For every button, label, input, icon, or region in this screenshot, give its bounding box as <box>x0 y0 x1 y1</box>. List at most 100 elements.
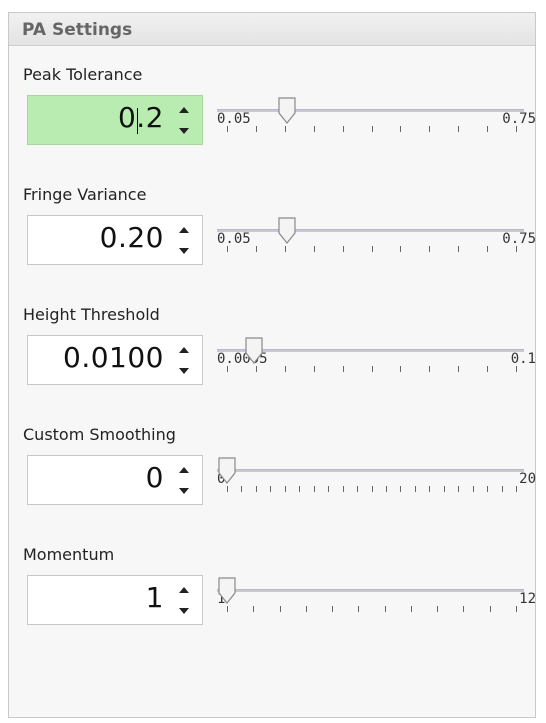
slider-tick <box>458 486 460 492</box>
slider-tick <box>437 606 439 612</box>
slider-thumb[interactable] <box>244 337 264 365</box>
fringe-variance-value[interactable]: 0.20 <box>100 221 164 254</box>
fringe-variance-decrement-button[interactable] <box>174 241 194 261</box>
slider-tick <box>227 126 228 132</box>
custom-smoothing-increment-button[interactable] <box>174 460 194 480</box>
slider-max-label: 0.75 <box>502 111 536 127</box>
height-threshold-value[interactable]: 0.0100 <box>63 341 164 374</box>
slider-tick <box>429 126 431 132</box>
slider-tick <box>400 486 402 492</box>
peak-tolerance-decrement-button[interactable] <box>174 121 194 141</box>
slider-tick <box>227 606 228 612</box>
slider-tick <box>371 246 373 252</box>
pa-settings-panel: PA Settings Peak Tolerance 0.2 0.05 0.75… <box>8 12 536 718</box>
slider-tick <box>489 606 491 612</box>
slider-tick <box>313 366 315 372</box>
slider-tick <box>358 606 360 612</box>
momentum-decrement-button[interactable] <box>174 601 194 621</box>
momentum-label: Momentum <box>23 545 115 564</box>
spin-up-icon <box>179 467 189 473</box>
slider-tick <box>270 486 272 492</box>
fringe-variance-slider[interactable]: 0.05 0.75 <box>217 217 536 265</box>
slider-tick <box>429 246 431 252</box>
slider-tick <box>443 486 445 492</box>
peak-tolerance-spinbox[interactable]: 0.2 <box>27 95 203 145</box>
height-threshold-spinbox[interactable]: 0.0100 <box>27 335 203 385</box>
slider-thumb[interactable] <box>217 577 237 605</box>
slider-tick <box>255 126 257 132</box>
slider-tick <box>501 486 503 492</box>
slider-tick <box>305 606 307 612</box>
slider-tick <box>342 246 344 252</box>
slider-tick <box>342 126 344 132</box>
slider-tick <box>429 366 431 372</box>
slider-max-label: 20 <box>519 471 536 487</box>
slider-tick <box>414 486 416 492</box>
momentum-spinbox[interactable]: 1 <box>27 575 203 625</box>
slider-ticks <box>217 126 524 134</box>
slider-tick <box>255 366 257 372</box>
slider-tick <box>279 606 281 612</box>
slider-tick <box>385 486 387 492</box>
slider-thumb[interactable] <box>217 457 237 485</box>
peak-tolerance-value[interactable]: 0.2 <box>118 101 164 134</box>
slider-tick <box>227 246 228 252</box>
slider-track <box>217 109 524 112</box>
slider-max-label: 0.1 <box>510 351 536 367</box>
momentum-slider[interactable]: 1 12 <box>217 577 536 625</box>
spin-up-icon <box>179 347 189 353</box>
slider-tick <box>371 366 373 372</box>
slider-tick <box>313 126 315 132</box>
slider-ticks <box>217 606 524 614</box>
slider-tick <box>357 486 359 492</box>
slider-tick <box>284 126 286 132</box>
slider-ticks <box>217 366 524 374</box>
slider-thumb[interactable] <box>277 97 297 125</box>
slider-tick <box>227 486 228 492</box>
slider-tick <box>487 126 489 132</box>
peak-tolerance-label: Peak Tolerance <box>23 65 143 84</box>
slider-tick <box>487 486 489 492</box>
slider-tick <box>516 366 517 372</box>
height-threshold-slider[interactable]: 0.0005 0.1 <box>217 337 536 385</box>
slider-tick <box>332 606 334 612</box>
height-threshold-decrement-button[interactable] <box>174 361 194 381</box>
slider-min-label: 0.05 <box>217 111 251 127</box>
spin-up-icon <box>179 107 189 113</box>
fringe-variance-spinbox[interactable]: 0.20 <box>27 215 203 265</box>
momentum-increment-button[interactable] <box>174 580 194 600</box>
slider-tick <box>516 606 517 612</box>
peak-tolerance-slider[interactable]: 0.05 0.75 <box>217 97 536 145</box>
height-threshold-label: Height Threshold <box>23 305 160 324</box>
custom-smoothing-value[interactable]: 0 <box>146 461 164 494</box>
custom-smoothing-slider[interactable]: 0 20 <box>217 457 536 505</box>
slider-tick <box>516 126 517 132</box>
custom-smoothing-spinbox[interactable]: 0 <box>27 455 203 505</box>
slider-tick <box>328 486 330 492</box>
slider-tick <box>255 246 257 252</box>
slider-tick <box>400 246 402 252</box>
panel-title: PA Settings <box>9 13 535 46</box>
slider-track <box>217 589 524 592</box>
momentum-value[interactable]: 1 <box>146 581 164 614</box>
slider-max-label: 0.75 <box>502 231 536 247</box>
custom-smoothing-decrement-button[interactable] <box>174 481 194 501</box>
slider-tick <box>400 126 402 132</box>
spin-up-icon <box>179 587 189 593</box>
slider-tick <box>299 486 301 492</box>
slider-max-label: 12 <box>519 591 536 607</box>
height-threshold-increment-button[interactable] <box>174 340 194 360</box>
slider-tick <box>342 486 344 492</box>
fringe-variance-increment-button[interactable] <box>174 220 194 240</box>
slider-tick <box>400 366 402 372</box>
slider-track <box>217 229 524 232</box>
custom-smoothing-label: Custom Smoothing <box>23 425 176 444</box>
slider-tick <box>516 246 517 252</box>
slider-thumb[interactable] <box>277 217 297 245</box>
slider-tick <box>429 486 431 492</box>
slider-tick <box>255 486 257 492</box>
slider-tick <box>410 606 412 612</box>
spin-down-icon <box>179 488 189 494</box>
peak-tolerance-increment-button[interactable] <box>174 100 194 120</box>
slider-tick <box>371 486 373 492</box>
